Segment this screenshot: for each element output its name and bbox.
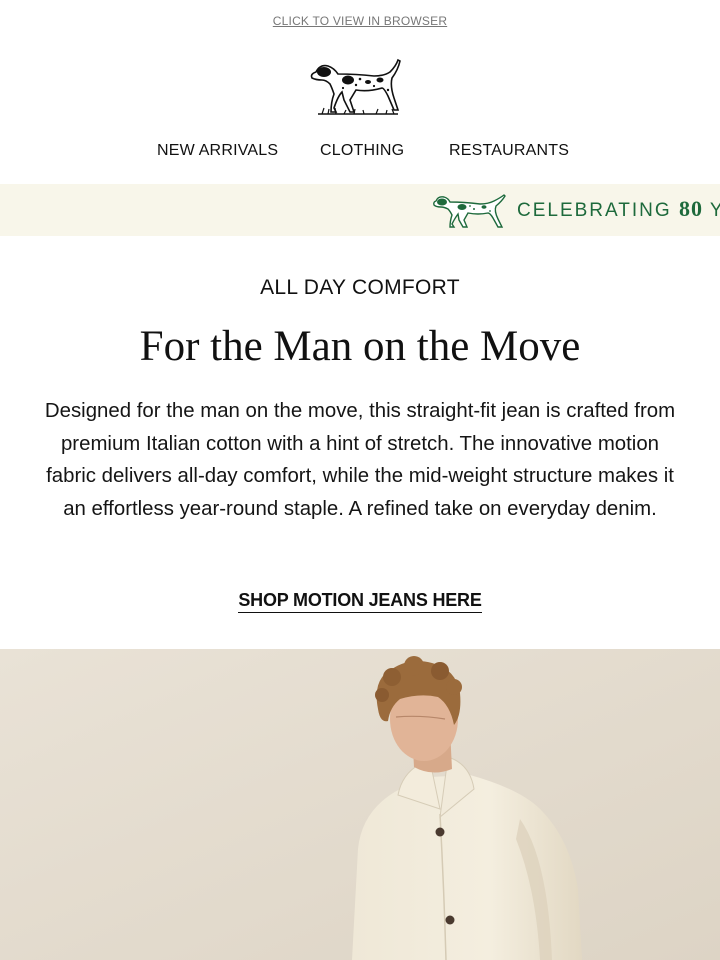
pointer-dog-icon — [433, 194, 506, 228]
logo-svg — [310, 58, 401, 115]
view-in-browser-link[interactable]: CLICK TO VIEW IN BROWSER — [0, 14, 720, 28]
nav-restaurants[interactable]: RESTAURANTS — [449, 142, 569, 160]
nav-clothing[interactable]: CLOTHING — [320, 142, 404, 160]
banner-number: 80 — [678, 196, 703, 221]
hero-image[interactable] — [0, 649, 720, 960]
section-eyebrow: ALL DAY COMFORT — [260, 276, 460, 299]
banner-trailing: Y — [709, 200, 720, 221]
model-photo — [0, 649, 720, 960]
cta-wrapper: SHOP MOTION JEANS HERE — [0, 590, 720, 613]
banner-celebrating: CELEBRATING — [517, 200, 672, 221]
section-headline: For the Man on the Move — [139, 323, 581, 370]
shop-motion-jeans-link[interactable]: SHOP MOTION JEANS HERE — [238, 590, 482, 613]
nav-new-arrivals[interactable]: NEW ARRIVALS — [157, 142, 278, 160]
banner-text: CELEBRATING 80 Y — [517, 196, 720, 222]
main-nav: NEW ARRIVALS CLOTHING RESTAURANTS — [0, 142, 720, 164]
section-body: Designed for the man on the move, this s… — [44, 400, 676, 520]
anniversary-banner[interactable]: CELEBRATING 80 Y — [0, 184, 720, 236]
pointer-dog-logo-icon[interactable] — [298, 52, 422, 122]
